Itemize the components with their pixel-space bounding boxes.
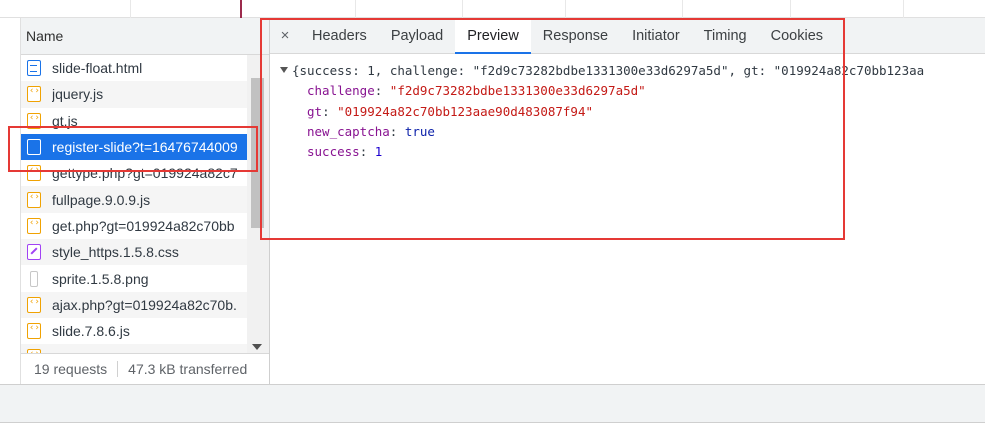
request-row[interactable]: gettype.php?gt=019924a82c7 — [21, 160, 247, 186]
request-name: ajax.php?gt=019924a82c70b. — [52, 296, 237, 313]
json-value: 1 — [374, 144, 383, 160]
request-row[interactable]: slide.7.8.6.js — [21, 318, 247, 344]
script-icon — [27, 165, 41, 182]
json-property: success: 1 — [307, 144, 383, 160]
request-row[interactable]: gt.js — [21, 108, 247, 134]
json-key: success — [307, 144, 360, 160]
json-property: new_captcha: true — [307, 123, 435, 139]
transferred-size: 47.3 kB transferred — [128, 361, 248, 377]
request-detail-panel: × Headers Payload Preview Response Initi… — [270, 18, 985, 384]
request-name: fullpage.9.0.9.js — [52, 191, 151, 208]
request-name: jquery.js — [52, 86, 104, 103]
json-preview: {success: 1, challenge: "f2d9c73282bdbe1… — [270, 55, 985, 384]
json-value: "f2d9c73282bdbe1331300e33d6297a5d" — [389, 83, 646, 99]
request-row[interactable]: fullpage.9.0.9.js — [21, 186, 247, 213]
request-row[interactable]: ajax.php?gt=019924a82c70b. — [21, 291, 247, 318]
name-column-header[interactable]: Name — [21, 18, 269, 55]
detail-tab-bar: × Headers Payload Preview Response Initi… — [270, 18, 985, 54]
tab-cookies[interactable]: Cookies — [759, 18, 835, 53]
document-icon — [27, 139, 41, 156]
request-name: style_https.1.5.8.css — [52, 244, 179, 261]
json-key: new_captcha — [307, 123, 390, 139]
expand-triangle-icon[interactable] — [280, 67, 288, 73]
script-icon — [27, 217, 41, 234]
script-icon — [27, 296, 41, 313]
network-summary-bar: 19 requests 47.3 kB transferred — [21, 353, 269, 384]
timeline-gridline — [565, 0, 566, 18]
request-row[interactable]: sprite.1.5.8.png — [21, 265, 247, 291]
image-icon — [30, 270, 38, 287]
json-summary-text: {success: 1, challenge: "f2d9c73282bdbe1… — [292, 63, 925, 78]
close-icon[interactable]: × — [270, 18, 300, 53]
request-name: slide-float.html — [52, 60, 143, 77]
json-value: "019924a82c70bb123aae90d483087f94" — [337, 103, 593, 119]
json-property: gt: "019924a82c70bb123aae90d483087f94" — [307, 103, 593, 119]
request-row[interactable]: jquery.js — [21, 81, 247, 108]
script-icon — [27, 191, 41, 208]
request-name: gettype.php?gt=019924a82c7 — [52, 165, 238, 182]
timeline-gridline — [462, 0, 463, 18]
request-list: slide-float.html jquery.js gt.js registe… — [21, 55, 247, 353]
scroll-down-arrow-icon[interactable] — [252, 344, 262, 350]
timeline-gridline — [903, 0, 904, 18]
scrollbar-thumb[interactable] — [251, 78, 264, 228]
status-divider — [117, 361, 119, 377]
request-row[interactable]: slide-float.html — [21, 55, 247, 81]
request-name: sprite.1.5.8.png — [52, 270, 149, 287]
request-count: 19 requests — [34, 361, 108, 377]
timeline-gridline — [682, 0, 683, 18]
json-key: challenge — [307, 83, 375, 99]
tab-response[interactable]: Response — [531, 18, 620, 53]
request-name: slide.7.8.6.js — [52, 323, 130, 340]
left-gutter — [0, 18, 21, 384]
tab-initiator[interactable]: Initiator — [620, 18, 692, 53]
script-icon — [27, 323, 41, 340]
request-list-panel: Name slide-float.html jquery.js gt.js re… — [21, 18, 270, 384]
json-value: true — [404, 123, 435, 139]
timeline-gridline — [790, 0, 791, 18]
request-name: gt.js — [52, 112, 78, 129]
request-row-selected[interactable]: register-slide?t=16476744009 — [21, 133, 247, 161]
request-name: get.php?gt=019924a82c70bb — [52, 217, 235, 234]
tab-timing[interactable]: Timing — [692, 18, 759, 53]
request-row[interactable] — [21, 344, 247, 353]
timeline-gridline — [355, 0, 356, 18]
script-icon — [27, 112, 41, 129]
request-row[interactable]: get.php?gt=019924a82c70bb — [21, 213, 247, 239]
tab-headers[interactable]: Headers — [300, 18, 379, 53]
devtools-bottom-bar — [0, 384, 985, 423]
json-property: challenge: "f2d9c73282bdbe1331300e33d629… — [307, 83, 646, 99]
json-root-summary[interactable]: {success: 1, challenge: "f2d9c73282bdbe1… — [280, 61, 985, 81]
request-row[interactable]: style_https.1.5.8.css — [21, 239, 247, 266]
tab-preview[interactable]: Preview — [455, 18, 531, 54]
timeline-marker — [240, 0, 242, 18]
waterfall-timeline — [0, 0, 985, 18]
document-icon — [27, 60, 41, 77]
tab-payload[interactable]: Payload — [379, 18, 455, 53]
request-list-scrollbar[interactable] — [247, 55, 269, 353]
stylesheet-icon — [27, 244, 41, 261]
timeline-gridline — [130, 0, 131, 18]
script-icon — [27, 86, 41, 103]
request-name: register-slide?t=16476744009 — [52, 139, 238, 156]
json-key: gt — [307, 103, 323, 119]
